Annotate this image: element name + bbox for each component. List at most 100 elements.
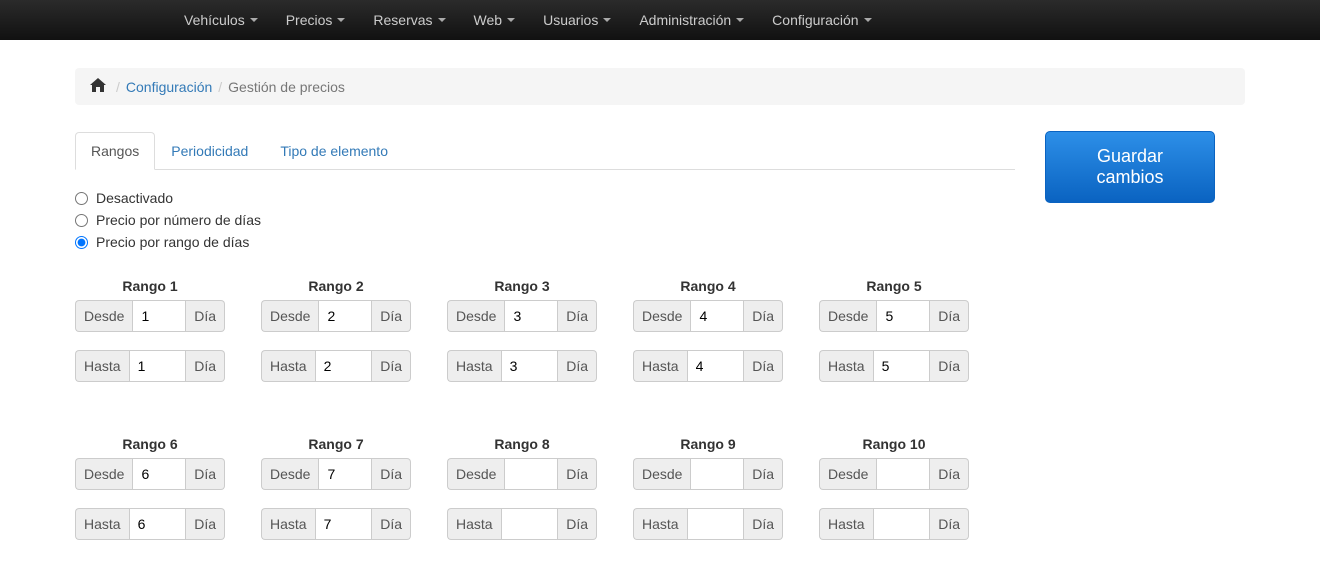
hasta-input[interactable] [129, 350, 187, 382]
radio-por-rango-input[interactable] [75, 236, 88, 249]
hasta-group: Hasta Día [261, 350, 411, 382]
caret-icon [250, 18, 258, 22]
nav-administracion[interactable]: Administración [625, 0, 758, 40]
dia-label: Día [186, 508, 225, 540]
desde-input[interactable] [876, 300, 930, 332]
tab-periodicidad[interactable]: Periodicidad [155, 132, 264, 170]
range-title: Rango 8 [447, 436, 597, 452]
nav-label: Usuarios [543, 12, 598, 28]
hasta-label: Hasta [447, 508, 501, 540]
hasta-group: HastaDía [447, 508, 597, 540]
hasta-input[interactable] [315, 508, 373, 540]
desde-group: DesdeDía [633, 458, 783, 490]
range-title: Rango 7 [261, 436, 411, 452]
nav-reservas[interactable]: Reservas [359, 0, 459, 40]
hasta-input[interactable] [687, 350, 745, 382]
desde-input[interactable] [876, 458, 930, 490]
tab-tipo[interactable]: Tipo de elemento [264, 132, 404, 170]
desde-input[interactable] [690, 458, 744, 490]
desde-input[interactable] [504, 300, 558, 332]
home-icon[interactable] [90, 78, 106, 95]
dia-label: Día [372, 300, 411, 332]
caret-icon [438, 18, 446, 22]
range-title: Rango 3 [447, 278, 597, 294]
nav-label: Precios [286, 12, 333, 28]
nav-web[interactable]: Web [460, 0, 530, 40]
nav-precios[interactable]: Precios [272, 0, 360, 40]
dia-label: Día [558, 300, 597, 332]
nav-usuarios[interactable]: Usuarios [529, 0, 625, 40]
nav-configuracion[interactable]: Configuración [758, 0, 885, 40]
range-title: Rango 5 [819, 278, 969, 294]
hasta-group: HastaDía [75, 508, 225, 540]
nav-label: Administración [639, 12, 731, 28]
hasta-label: Hasta [261, 508, 315, 540]
save-button[interactable]: Guardar cambios [1045, 131, 1215, 203]
breadcrumb-separator: / [116, 79, 120, 95]
hasta-label: Hasta [447, 350, 501, 382]
range-block-1: Rango 1DesdeDíaHastaDía [75, 278, 225, 400]
radio-por-rango[interactable]: Precio por rango de días [75, 234, 1015, 250]
desde-input[interactable] [318, 458, 372, 490]
tabs: Rangos Periodicidad Tipo de elemento [75, 131, 1015, 170]
desde-label: Desde [819, 300, 876, 332]
radio-label: Precio por número de días [96, 212, 261, 228]
dia-label: Día [930, 508, 969, 540]
breadcrumb-link-configuracion[interactable]: Configuración [126, 79, 212, 95]
hasta-label: Hasta [261, 350, 315, 382]
dia-label: Día [372, 508, 411, 540]
dia-label: Día [186, 300, 225, 332]
hasta-group: Hasta Día [261, 508, 411, 540]
tab-rangos[interactable]: Rangos [75, 132, 155, 170]
nav-label: Configuración [772, 12, 858, 28]
desde-label: Desde [447, 300, 504, 332]
nav-vehiculos[interactable]: Vehículos [170, 0, 272, 40]
hasta-input[interactable] [129, 508, 187, 540]
dia-label: Día [372, 350, 411, 382]
save-button-line1: Guardar [1097, 146, 1163, 166]
desde-group: DesdeDía [261, 458, 411, 490]
caret-icon [864, 18, 872, 22]
range-block-5: Rango 5DesdeDíaHastaDía [819, 278, 969, 400]
range-title: Rango 2 [261, 278, 411, 294]
hasta-group: Hasta Día [633, 508, 783, 540]
radio-por-numero[interactable]: Precio por número de días [75, 212, 1015, 228]
hasta-group: HastaDía [75, 350, 225, 382]
desde-label: Desde [633, 300, 690, 332]
hasta-input[interactable] [501, 350, 559, 382]
range-block-3: Rango 3 Desde Día HastaDía [447, 278, 597, 400]
desde-input[interactable] [132, 458, 186, 490]
desde-input[interactable] [690, 300, 744, 332]
radio-desactivado[interactable]: Desactivado [75, 190, 1015, 206]
save-button-line2: cambios [1062, 167, 1198, 188]
hasta-input[interactable] [687, 508, 745, 540]
dia-label: Día [744, 508, 783, 540]
range-block-6: Rango 6DesdeDíaHastaDía [75, 436, 225, 558]
ranges-grid: Rango 1DesdeDíaHastaDíaRango 2DesdeDíaHa… [75, 278, 1015, 558]
hasta-group: HastaDía [633, 350, 783, 382]
range-block-4: Rango 4DesdeDíaHastaDía [633, 278, 783, 400]
hasta-group: HastaDía [447, 350, 597, 382]
hasta-input[interactable] [873, 508, 931, 540]
desde-label: Desde [261, 458, 318, 490]
radio-por-numero-input[interactable] [75, 214, 88, 227]
hasta-input[interactable] [501, 508, 559, 540]
hasta-input[interactable] [873, 350, 931, 382]
hasta-label: Hasta [819, 508, 873, 540]
breadcrumb-active: Gestión de precios [228, 79, 345, 95]
radio-desactivado-input[interactable] [75, 192, 88, 205]
dia-label: Día [186, 458, 225, 490]
hasta-input[interactable] [315, 350, 373, 382]
desde-group: DesdeDía [819, 300, 969, 332]
hasta-label: Hasta [633, 508, 687, 540]
top-navbar: Vehículos Precios Reservas Web Usuarios … [0, 0, 1320, 40]
hasta-label: Hasta [75, 350, 129, 382]
nav-label: Vehículos [184, 12, 245, 28]
desde-input[interactable] [504, 458, 558, 490]
desde-group: DesdeDía [819, 458, 969, 490]
dia-label: Día [744, 350, 783, 382]
dia-label: Día [744, 458, 783, 490]
desde-input[interactable] [318, 300, 372, 332]
radio-label: Desactivado [96, 190, 173, 206]
desde-input[interactable] [132, 300, 186, 332]
